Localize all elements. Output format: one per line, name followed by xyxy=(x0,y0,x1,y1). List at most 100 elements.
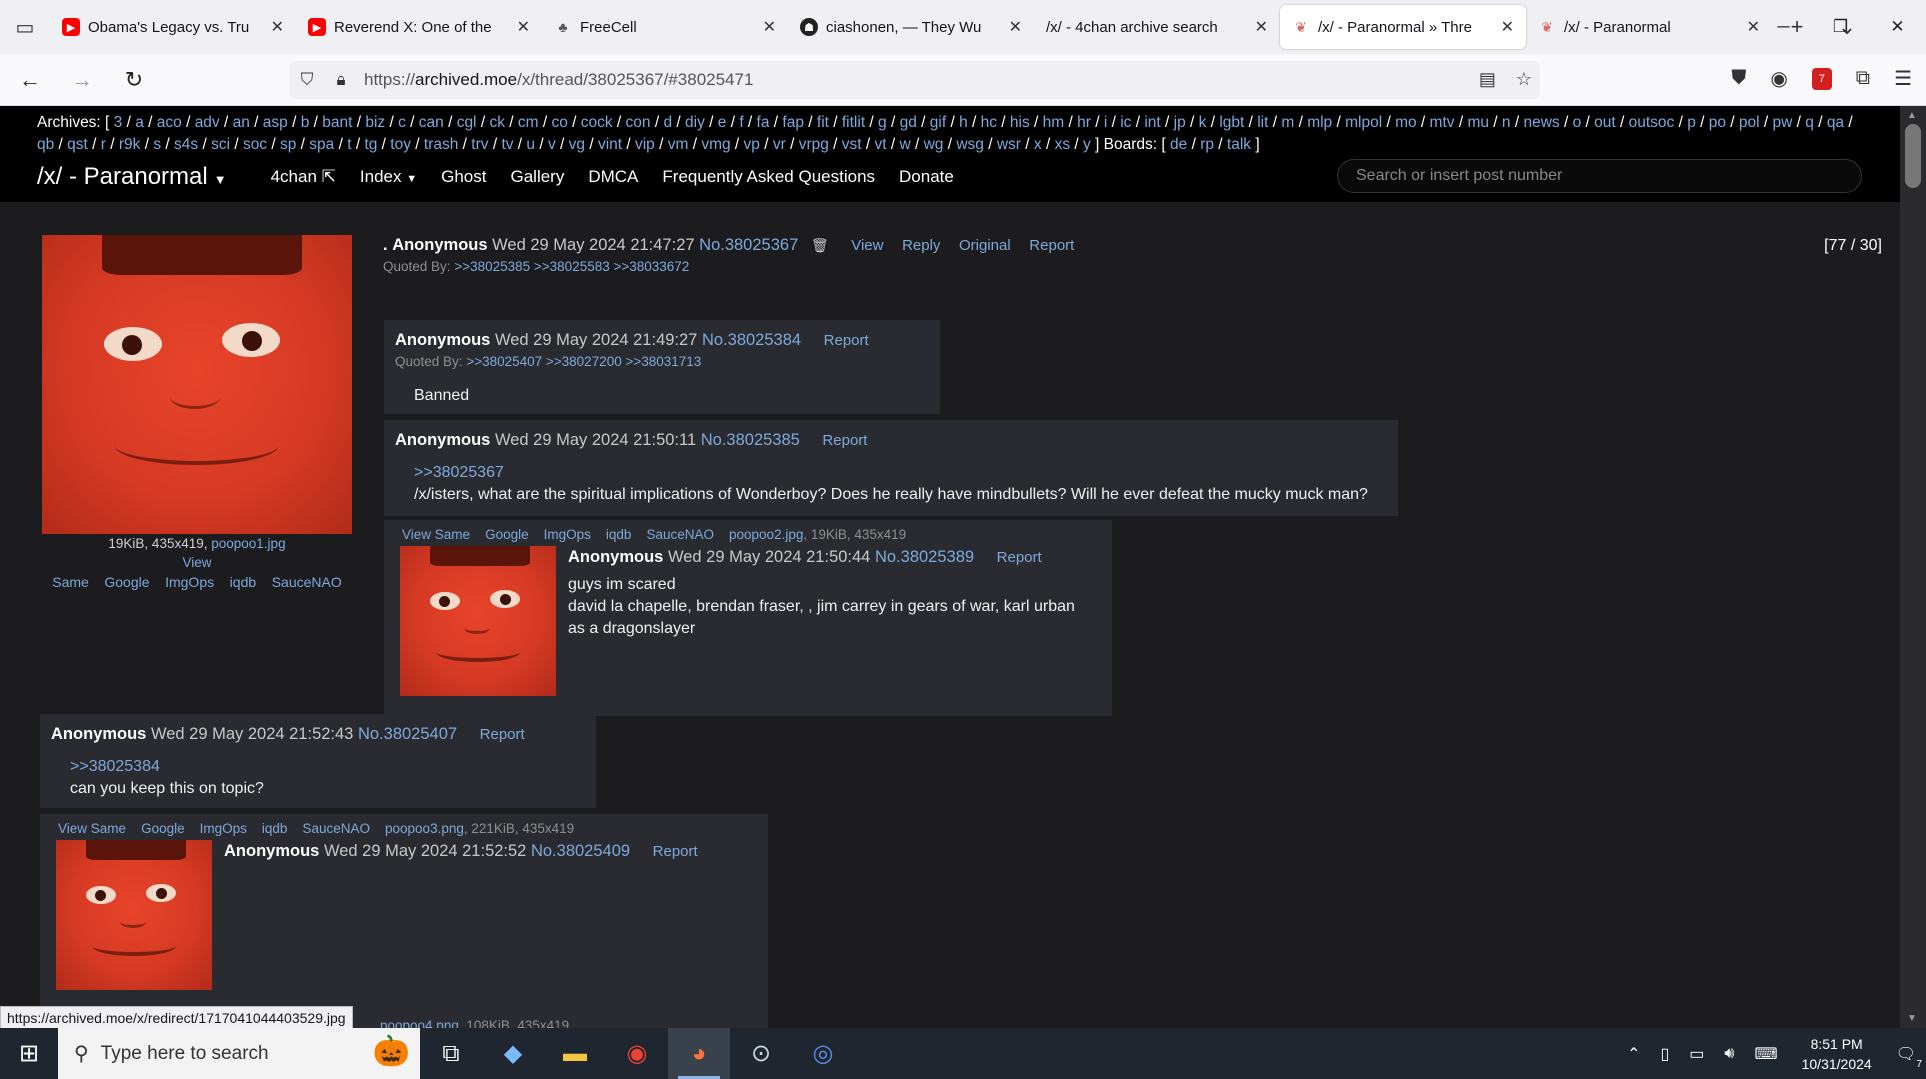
tab-1[interactable]: ▶ Reverend X: One of the ✕ xyxy=(296,4,542,50)
board-link[interactable]: po xyxy=(1709,114,1726,131)
op-number[interactable]: No.38025367 xyxy=(699,236,798,254)
board-link[interactable]: vint xyxy=(598,136,622,153)
bookmark-star-icon[interactable]: ☆ xyxy=(1516,69,1532,90)
nav-gallery[interactable]: Gallery xyxy=(510,167,564,187)
lock-icon[interactable]: 🔒︎ xyxy=(324,70,358,90)
tab-close-icon[interactable]: ✕ xyxy=(1501,17,1514,37)
board-link[interactable]: tg xyxy=(364,136,377,153)
image-link-imgops[interactable]: ImgOps xyxy=(165,574,214,590)
board-link[interactable]: d xyxy=(663,114,672,131)
board-link[interactable]: spa xyxy=(309,136,334,153)
file-explorer-icon[interactable]: ▬ xyxy=(544,1028,606,1079)
extensions-icon[interactable]: ⧉ xyxy=(1856,67,1870,90)
minimize-icon[interactable]: ─ xyxy=(1755,0,1812,54)
image-link-view-same[interactable]: View Same xyxy=(58,821,126,836)
image-link-google[interactable]: Google xyxy=(485,527,529,542)
board-link[interactable]: n xyxy=(1502,114,1511,131)
tab-list-icon[interactable]: ▭ xyxy=(0,0,50,54)
board-link[interactable]: ck xyxy=(489,114,505,131)
board-link[interactable]: cock xyxy=(581,114,613,131)
board-link[interactable]: co xyxy=(551,114,567,131)
board-link[interactable]: an xyxy=(233,114,250,131)
image-link-saucenao[interactable]: SauceNAO xyxy=(272,574,342,590)
board-link[interactable]: cm xyxy=(518,114,539,131)
board-link[interactable]: k xyxy=(1199,114,1207,131)
board-link[interactable]: aco xyxy=(157,114,182,131)
file-name[interactable]: poopoo3.png xyxy=(385,821,464,836)
keyboard-icon[interactable]: ⌨ xyxy=(1755,1044,1778,1064)
copilot-icon[interactable]: ◆ xyxy=(482,1028,544,1079)
tab-0[interactable]: ▶ Obama's Legacy vs. Tru ✕ xyxy=(50,4,296,50)
search-input[interactable]: Search or insert post number xyxy=(1337,159,1862,193)
board-link[interactable]: mlp xyxy=(1307,114,1332,131)
board-link[interactable]: mlpol xyxy=(1345,114,1382,131)
tab-3[interactable]: ☗ ciashonen, — They Wu ✕ xyxy=(788,4,1034,50)
board-link[interactable]: p xyxy=(1687,114,1696,131)
board-link[interactable]: trv xyxy=(471,136,488,153)
notifications-icon[interactable]: 🗨 7 xyxy=(1896,1044,1922,1070)
board-link[interactable]: f xyxy=(739,114,743,131)
board-link[interactable]: lgbt xyxy=(1219,114,1244,131)
tab-close-icon[interactable]: ✕ xyxy=(271,17,284,37)
restore-icon[interactable]: ❐ xyxy=(1812,0,1869,54)
board-link[interactable]: vrpg xyxy=(799,136,829,153)
caret-down-icon[interactable]: ▼ xyxy=(214,172,227,187)
board-link[interactable]: mo xyxy=(1395,114,1417,131)
tab-close-icon[interactable]: ✕ xyxy=(517,17,530,37)
reader-view-icon[interactable]: ▤ xyxy=(1479,69,1496,90)
board-link[interactable]: vt xyxy=(875,136,887,153)
tab-4[interactable]: /x/ - 4chan archive search ✕ xyxy=(1034,4,1280,50)
op-image[interactable] xyxy=(42,235,352,534)
board-link[interactable]: lit xyxy=(1257,114,1268,131)
ublock-icon[interactable]: 7 xyxy=(1811,67,1832,90)
board-link[interactable]: qa xyxy=(1827,114,1844,131)
board-link[interactable]: a xyxy=(135,114,144,131)
board-link[interactable]: fit xyxy=(817,114,829,131)
board-title[interactable]: /x/ - Paranormal ▼ xyxy=(37,163,227,191)
board-link[interactable]: out xyxy=(1594,114,1616,131)
board-link[interactable]: y xyxy=(1083,136,1091,153)
close-window-icon[interactable]: ✕ xyxy=(1869,0,1926,54)
board-link[interactable]: mu xyxy=(1467,114,1489,131)
clock[interactable]: 8:51 PM 10/31/2024 xyxy=(1802,1034,1872,1074)
board-link[interactable]: fap xyxy=(782,114,804,131)
board-link[interactable]: t xyxy=(347,136,351,153)
tab-close-icon[interactable]: ✕ xyxy=(763,17,776,37)
chrome-icon[interactable]: ◉ xyxy=(606,1028,668,1079)
tab-close-icon[interactable]: ✕ xyxy=(1009,17,1022,37)
task-view-icon[interactable]: ⧉ xyxy=(420,1028,482,1079)
op-file-name[interactable]: poopoo1.jpg xyxy=(211,536,285,551)
board-link[interactable]: wg xyxy=(924,136,944,153)
board-link[interactable]: c xyxy=(398,114,406,131)
nav-donate[interactable]: Donate xyxy=(899,167,954,187)
reply-number[interactable]: No.38025389 xyxy=(875,548,974,566)
scroll-up-icon[interactable]: ▲ xyxy=(1907,110,1917,121)
board-link[interactable]: vg xyxy=(569,136,585,153)
chevron-up-icon[interactable]: ⌃ xyxy=(1627,1044,1640,1064)
nav-index[interactable]: Index ▼ xyxy=(360,167,417,187)
file-name[interactable]: poopoo2.jpg xyxy=(729,527,803,542)
report-button[interactable]: Report xyxy=(824,332,869,349)
nav-4chan[interactable]: 4chan ⇱ xyxy=(271,167,336,187)
reply-image[interactable] xyxy=(400,546,556,696)
steam-icon[interactable]: ⊙ xyxy=(730,1028,792,1079)
report-button[interactable]: Report xyxy=(997,549,1042,566)
board-link[interactable]: hm xyxy=(1043,114,1065,131)
op-view-link[interactable]: View xyxy=(42,555,352,570)
board-link[interactable]: g xyxy=(878,114,887,131)
nav-faq[interactable]: Frequently Asked Questions xyxy=(662,167,875,187)
board-link[interactable]: asp xyxy=(263,114,288,131)
board-link[interactable]: e xyxy=(718,114,727,131)
board-link[interactable]: rp xyxy=(1200,136,1214,153)
board-link[interactable]: wsg xyxy=(956,136,984,153)
board-link[interactable]: gd xyxy=(900,114,917,131)
url-bar[interactable]: ⛉ 🔒︎ https://archived.moe/x/thread/38025… xyxy=(290,61,1540,99)
scrollbar-thumb[interactable] xyxy=(1905,124,1921,188)
board-link[interactable]: vst xyxy=(842,136,862,153)
board-link[interactable]: qst xyxy=(67,136,88,153)
tab-close-icon[interactable]: ✕ xyxy=(1255,17,1268,37)
image-link-view-same[interactable]: View Same xyxy=(402,527,470,542)
image-link-imgops[interactable]: ImgOps xyxy=(544,527,591,542)
board-link[interactable]: sci xyxy=(211,136,230,153)
board-link[interactable]: qb xyxy=(37,136,54,153)
